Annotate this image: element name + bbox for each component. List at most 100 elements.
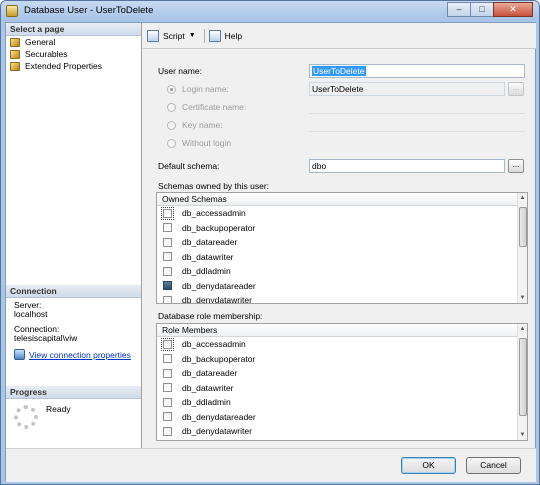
dialog-window: Database User - UserToDelete – □ ✕ Selec… [0, 0, 540, 485]
grid-row[interactable]: db_datawriter [157, 381, 527, 396]
scroll-up-icon[interactable]: ▲ [518, 324, 527, 334]
script-button[interactable]: Script ▼ [147, 29, 196, 42]
user-name-value: UserToDelete [312, 66, 366, 76]
row-checkbox[interactable] [163, 397, 172, 407]
row-label: db_datareader [182, 237, 238, 248]
grid-row[interactable]: db_denydatareader [157, 410, 527, 425]
row-checkbox[interactable] [161, 337, 174, 351]
select-page-header: Select a page [6, 23, 141, 36]
cancel-button[interactable]: Cancel [466, 457, 521, 474]
certificate-name-label: Certificate name: [182, 102, 247, 112]
minimize-button[interactable]: – [447, 2, 471, 17]
page-item-extended-properties[interactable]: Extended Properties [6, 60, 141, 72]
owned-schemas-grid: Owned Schemas db_accessadmin db_backupope… [156, 192, 528, 304]
connection-value: telesiscapital\viw [14, 333, 78, 343]
scroll-down-icon[interactable]: ▼ [518, 430, 527, 440]
row-checkbox[interactable] [163, 266, 172, 276]
row-label: db_datareader [182, 368, 238, 379]
help-icon [208, 29, 221, 42]
dialog-client-area: Select a page General Securables Extende… [5, 22, 536, 482]
login-name-radio[interactable] [167, 85, 176, 94]
grid-row[interactable]: db_denydatareader [157, 279, 527, 294]
default-schema-field[interactable]: dbo [309, 159, 505, 173]
login-name-field[interactable]: UserToDelete [309, 82, 505, 96]
login-name-browse-button[interactable]: ... [508, 82, 524, 96]
toolbar: Script ▼ Help [143, 23, 536, 49]
login-name-value: UserToDelete [312, 84, 364, 94]
scrollbar-thumb[interactable] [519, 207, 527, 247]
close-button[interactable]: ✕ [493, 2, 533, 17]
row-checkbox[interactable] [163, 383, 172, 393]
scrollbar-thumb[interactable] [519, 338, 527, 416]
row-checkbox[interactable] [163, 252, 172, 262]
grid-row[interactable]: db_backupoperator [157, 221, 527, 236]
properties-icon [14, 349, 25, 360]
row-checkbox[interactable] [163, 237, 172, 247]
grid-row[interactable]: db_denydatawriter [157, 293, 527, 303]
help-label: Help [224, 30, 243, 41]
user-name-field[interactable]: UserToDelete [309, 64, 525, 78]
grid-row[interactable]: db_datareader [157, 235, 527, 250]
role-members-scrollbar[interactable]: ▲ ▼ [517, 324, 527, 440]
help-button[interactable]: Help [208, 29, 243, 42]
page-item-securables[interactable]: Securables [6, 48, 141, 60]
chevron-down-icon[interactable]: ▼ [189, 32, 196, 39]
grid-row[interactable]: db_denydatawriter [157, 424, 527, 439]
role-members-rows: db_accessadmin db_backupoperator db_datare… [157, 337, 527, 439]
title-bar[interactable]: Database User - UserToDelete – □ ✕ [1, 1, 539, 21]
script-icon [147, 29, 159, 42]
default-schema-label: Default schema: [158, 161, 220, 171]
general-page-form: User name: UserToDelete Login name: User… [143, 50, 536, 448]
row-label: db_backupoperator [182, 222, 256, 233]
server-value: localhost [14, 309, 48, 319]
grid-row[interactable]: db_accessadmin [157, 337, 527, 352]
row-checkbox[interactable] [161, 206, 174, 220]
ok-button[interactable]: OK [401, 457, 456, 474]
grid-row[interactable]: db_datareader [157, 366, 527, 381]
row-checkbox[interactable] [163, 223, 172, 233]
page-item-general[interactable]: General [6, 36, 141, 48]
key-name-field[interactable] [309, 131, 525, 132]
progress-status: Ready [46, 404, 71, 414]
row-label: db_ddladmin [182, 397, 231, 408]
scroll-up-icon[interactable]: ▲ [518, 193, 527, 203]
owned-schemas-scrollbar[interactable]: ▲ ▼ [517, 193, 527, 303]
row-checkbox[interactable] [163, 295, 172, 303]
connection-section: Connection Server: localhost Connection:… [6, 285, 141, 360]
grid-row[interactable]: db_ddladmin [157, 264, 527, 279]
role-members-grid: Role Members db_accessadmin db_backupoper… [156, 323, 528, 441]
key-name-radio[interactable] [167, 121, 176, 130]
row-label: db_denydatareader [182, 280, 256, 291]
page-icon [10, 37, 20, 47]
certificate-name-field[interactable] [309, 113, 525, 114]
row-label: db_denydatareader [182, 411, 256, 422]
view-connection-properties-link[interactable]: View connection properties [6, 343, 141, 360]
key-name-label: Key name: [182, 120, 223, 130]
row-label: db_backupoperator [182, 353, 256, 364]
row-checkbox[interactable] [163, 354, 172, 364]
database-user-icon [6, 5, 18, 17]
scroll-down-icon[interactable]: ▼ [518, 293, 527, 303]
script-label: Script [163, 30, 185, 41]
row-checkbox[interactable] [163, 368, 172, 378]
connection-header: Connection [6, 285, 141, 298]
maximize-button[interactable]: □ [470, 2, 494, 17]
window-controls: – □ ✕ [447, 2, 533, 18]
grid-row[interactable]: db_datawriter [157, 250, 527, 265]
default-schema-browse-button[interactable]: ... [508, 159, 524, 173]
role-members-header: Role Members [157, 324, 527, 337]
progress-header: Progress [6, 386, 141, 399]
without-login-radio[interactable] [167, 139, 176, 148]
grid-row[interactable]: db_accessadmin [157, 206, 527, 221]
connection-info: Server: localhost Connection: telesiscap… [6, 298, 141, 343]
row-checkbox[interactable] [163, 412, 172, 422]
owned-schemas-rows: db_accessadmin db_backupoperator db_datare… [157, 206, 527, 303]
grid-row[interactable]: db_ddladmin [157, 395, 527, 410]
grid-row[interactable]: db_backupoperator [157, 352, 527, 367]
row-checkbox[interactable] [163, 281, 172, 291]
row-label: db_denydatawriter [182, 426, 252, 437]
login-name-label: Login name: [182, 84, 229, 94]
view-connection-properties-label[interactable]: View connection properties [29, 350, 131, 360]
row-checkbox[interactable] [163, 426, 172, 436]
certificate-name-radio[interactable] [167, 103, 176, 112]
